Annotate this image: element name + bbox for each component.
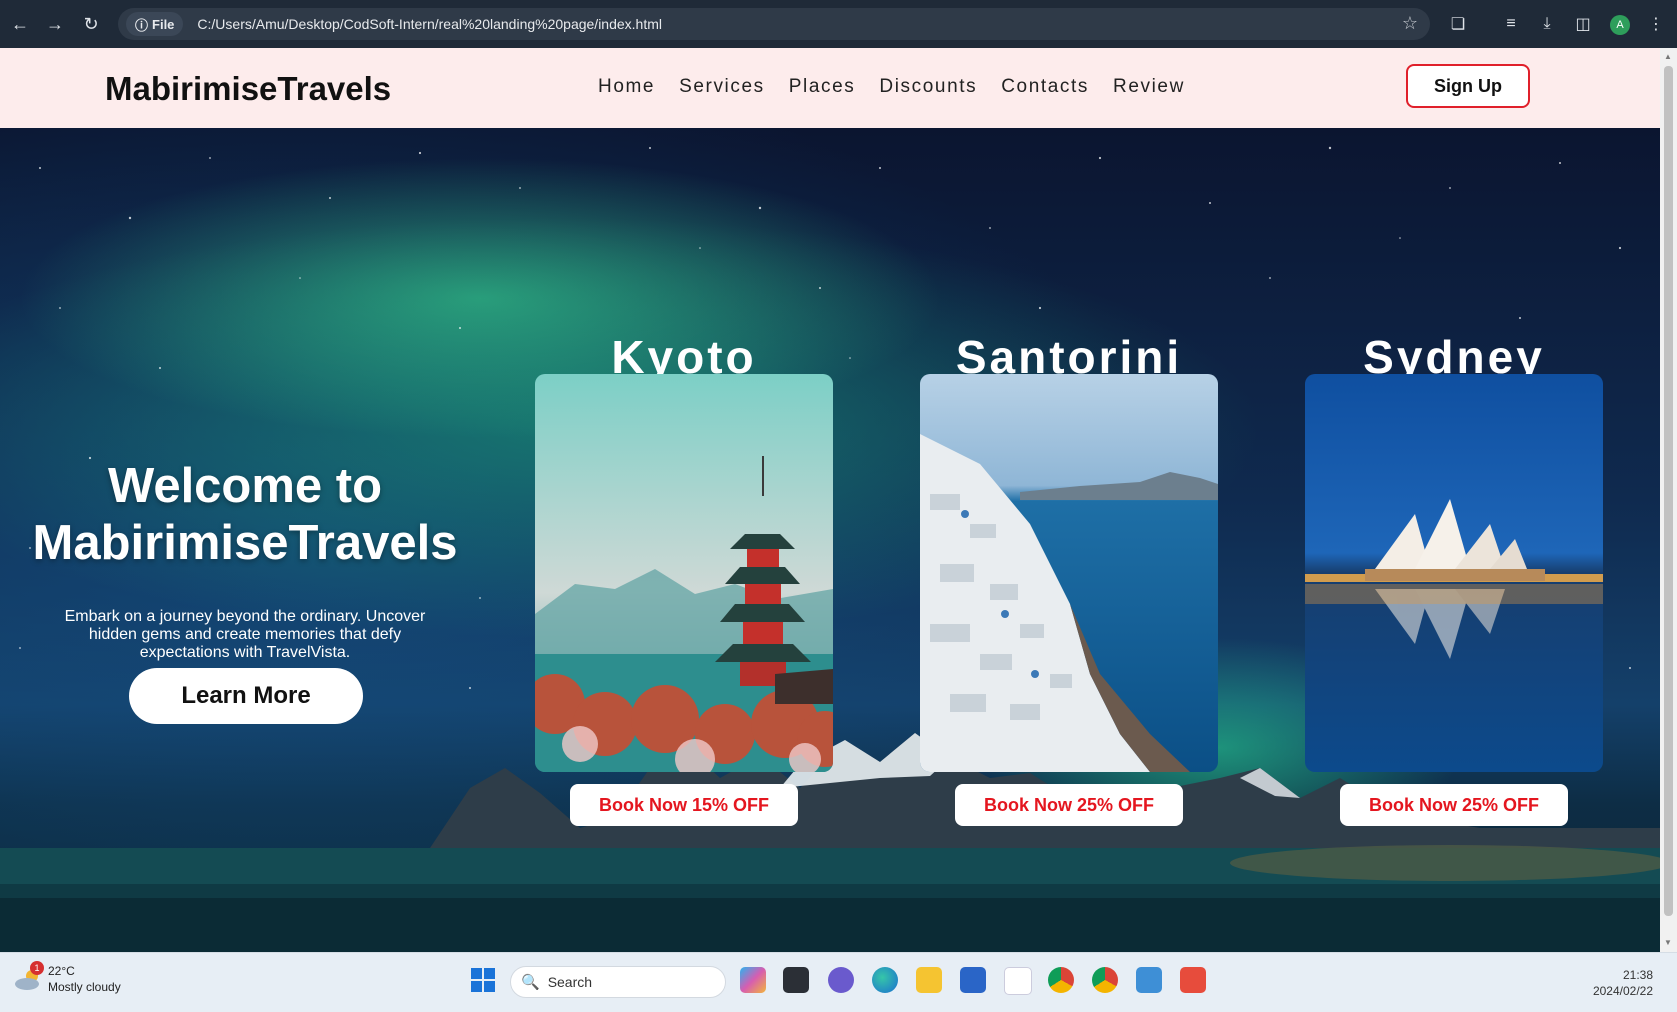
main-nav: Home Services Places Discounts Contacts …: [598, 76, 1185, 98]
weather-text: Mostly cloudy: [48, 980, 121, 994]
destination-card-sydney[interactable]: [1305, 374, 1603, 772]
book-now-kyoto-button[interactable]: Book Now 15% OFF: [570, 784, 798, 826]
site-header: MabirimiseTravels Home Services Places D…: [0, 48, 1660, 128]
santorini-image: [920, 374, 1218, 772]
weather-alert-badge: 1: [30, 961, 44, 975]
browser-toolbar: ← → ↻ ⓘ File C:/Users/Amu/Desktop/CodSof…: [0, 0, 1677, 48]
chrome-icon[interactable]: [1048, 967, 1074, 993]
book-now-santorini-button[interactable]: Book Now 25% OFF: [955, 784, 1183, 826]
mail-app-icon[interactable]: [1004, 967, 1032, 995]
windows-start-icon[interactable]: [470, 967, 496, 993]
nav-discounts[interactable]: Discounts: [879, 76, 977, 98]
scroll-down-arrow-icon[interactable]: ▼: [1664, 938, 1672, 947]
extensions-icon[interactable]: ❏: [1447, 13, 1469, 35]
weather-widget[interactable]: 1 22°C Mostly cloudy: [14, 961, 121, 995]
destination-card-santorini[interactable]: [920, 374, 1218, 772]
taskbar: 1 22°C Mostly cloudy 🔍 Search 21:38 2024…: [0, 952, 1677, 1012]
site-logo[interactable]: MabirimiseTravels: [105, 70, 391, 108]
notepad-icon[interactable]: [1136, 967, 1162, 993]
sydney-image: [1305, 374, 1603, 772]
nav-home[interactable]: Home: [598, 76, 655, 98]
reload-icon[interactable]: ↻: [79, 12, 103, 36]
cloud-sun-icon: 1: [14, 961, 44, 991]
search-icon: 🔍: [521, 974, 540, 991]
address-bar[interactable]: ⓘ File C:/Users/Amu/Desktop/CodSoft-Inte…: [118, 8, 1430, 40]
hero-section: Welcome to MabirimiseTravels Embark on a…: [0, 128, 1660, 952]
site-info-chip[interactable]: ⓘ File: [126, 12, 184, 36]
page-viewport: MabirimiseTravels Home Services Places D…: [0, 48, 1660, 952]
temperature: 22°C: [48, 964, 75, 978]
clock-date: 2024/02/22: [1592, 984, 1653, 998]
book-now-sydney-button[interactable]: Book Now 25% OFF: [1340, 784, 1568, 826]
kyoto-image: [535, 374, 833, 772]
teams-chat-icon[interactable]: [828, 967, 854, 993]
file-chip-label: File: [152, 16, 175, 32]
hero-subtitle: Embark on a journey beyond the ordinary.…: [64, 608, 426, 661]
nav-places[interactable]: Places: [789, 76, 856, 98]
search-placeholder: Search: [547, 974, 593, 990]
hero-title-line2: MabirimiseTravels: [32, 516, 458, 570]
page-scrollbar[interactable]: ▲ ▼: [1660, 48, 1677, 952]
profile-avatar[interactable]: A: [1610, 15, 1630, 35]
nav-contacts[interactable]: Contacts: [1001, 76, 1089, 98]
info-icon: ⓘ: [135, 17, 149, 33]
taskbar-search[interactable]: 🔍 Search: [510, 966, 726, 998]
destination-card-kyoto[interactable]: [535, 374, 833, 772]
download-icon[interactable]: ⤓: [1536, 13, 1558, 35]
sign-up-button[interactable]: Sign Up: [1406, 64, 1530, 108]
side-panel-icon[interactable]: ◫: [1572, 13, 1594, 35]
hero-title: Welcome to MabirimiseTravels: [10, 458, 480, 572]
nav-services[interactable]: Services: [679, 76, 765, 98]
task-view-icon[interactable]: [783, 967, 809, 993]
url-text[interactable]: C:/Users/Amu/Desktop/CodSoft-Intern/real…: [197, 16, 662, 32]
edge-browser-icon[interactable]: [872, 967, 898, 993]
nav-review[interactable]: Review: [1113, 76, 1185, 98]
copilot-icon[interactable]: [740, 967, 766, 993]
learn-more-button[interactable]: Learn More: [129, 668, 363, 724]
forward-arrow-icon[interactable]: →: [43, 12, 67, 36]
menu-kebab-icon[interactable]: ⋮: [1645, 13, 1667, 35]
file-explorer-icon[interactable]: [916, 967, 942, 993]
scrollbar-thumb[interactable]: [1664, 66, 1673, 916]
clock-time: 21:38: [1622, 968, 1653, 982]
chrome-profile-icon[interactable]: [1092, 967, 1118, 993]
bookmark-star-icon[interactable]: ☆: [1402, 13, 1418, 34]
back-arrow-icon[interactable]: ←: [8, 12, 32, 36]
media-controls-icon[interactable]: ≡: [1500, 13, 1522, 35]
microsoft-store-icon[interactable]: [960, 967, 986, 993]
hero-title-line1: Welcome to: [107, 459, 383, 513]
scroll-up-arrow-icon[interactable]: ▲: [1664, 52, 1672, 61]
system-clock[interactable]: 21:38 2024/02/22: [1593, 967, 1653, 999]
snipping-tool-icon[interactable]: [1180, 967, 1206, 993]
